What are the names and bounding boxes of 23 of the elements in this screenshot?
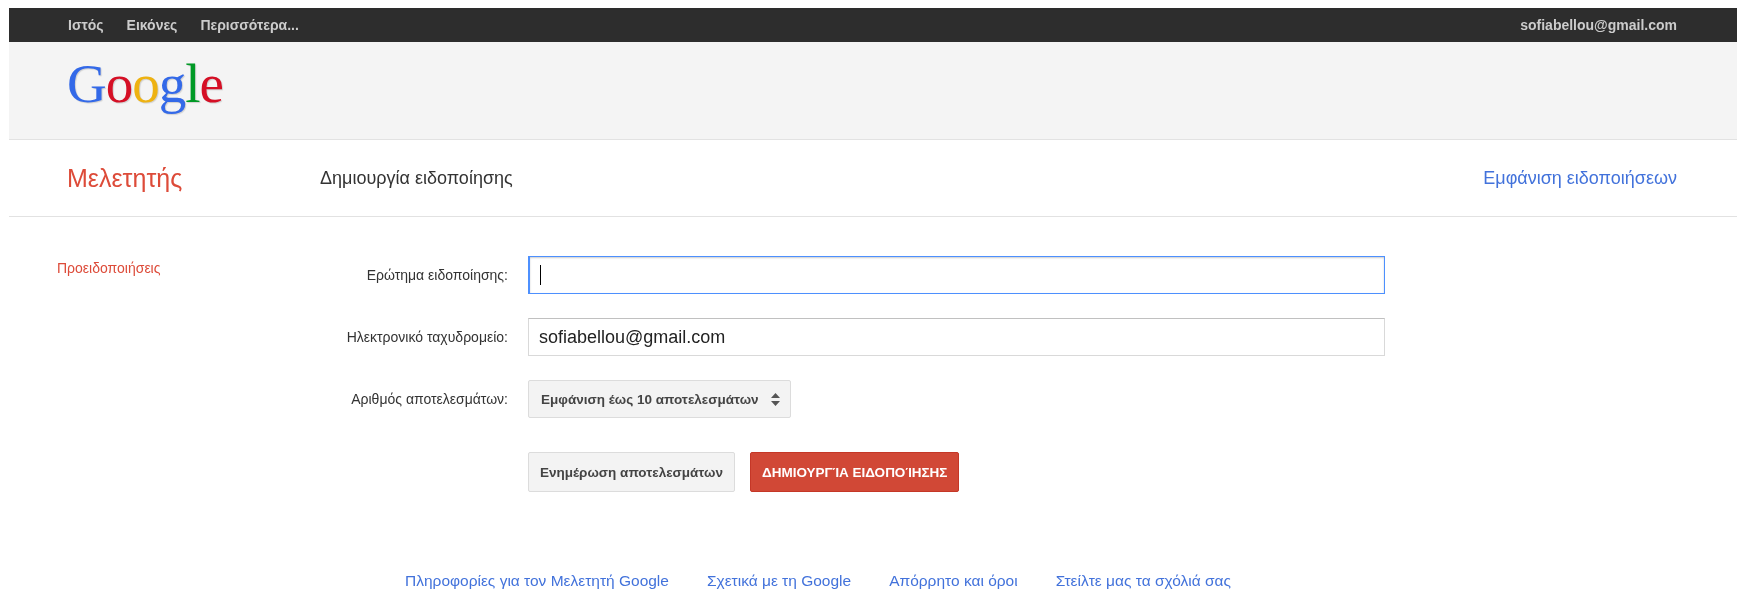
top-nav-link[interactable]: Περισσότερα... [200,17,299,33]
app-name: Μελετητής [67,163,184,193]
field-label: Ηλεκτρονικό ταχυδρομείο: [345,329,508,345]
update-results-button[interactable]: Ενημέρωση αποτελεσμάτων [528,452,735,492]
account-email[interactable]: sofiabellou@gmail.com [1520,17,1677,33]
input-field[interactable] [528,256,1385,294]
results-dropdown[interactable]: Εμφάνιση έως 10 αποτελεσμάτων [528,380,791,418]
view-alerts-link[interactable]: Εμφάνιση ειδοποιήσεων [1483,167,1677,189]
logo[interactable]: Google [67,52,223,115]
footer-link[interactable]: Απόρρητο και όροι [889,572,1018,590]
top-nav-link[interactable]: Ιστός [68,17,104,33]
sidebar-item[interactable]: Προειδοποιήσεις [57,260,161,276]
footer-link[interactable]: Στείλτε μας τα σχόλιά σας [1055,572,1231,590]
updown-icon [770,392,780,406]
text-cursor [540,265,541,285]
field-label: Αριθμός αποτελεσμάτων: [350,391,508,407]
input-field[interactable]: sofiabellou@gmail.com [528,318,1385,356]
footer-link[interactable]: Πληροφορίες για τον Μελετητή Google [405,572,669,590]
footer-link[interactable]: Σχετικά με τη Google [706,572,852,590]
top-nav-link[interactable]: Εικόνες [126,17,178,33]
create-alert-button[interactable]: ΔΗΜΙΟΥΡΓΊΑ ΕΙΔΟΠΟΊΗΣΗΣ [749,452,960,492]
page-title: Δημιουργία ειδοποίησης [320,167,514,189]
field-label: Ερώτημα ειδοποίησης: [365,267,508,283]
